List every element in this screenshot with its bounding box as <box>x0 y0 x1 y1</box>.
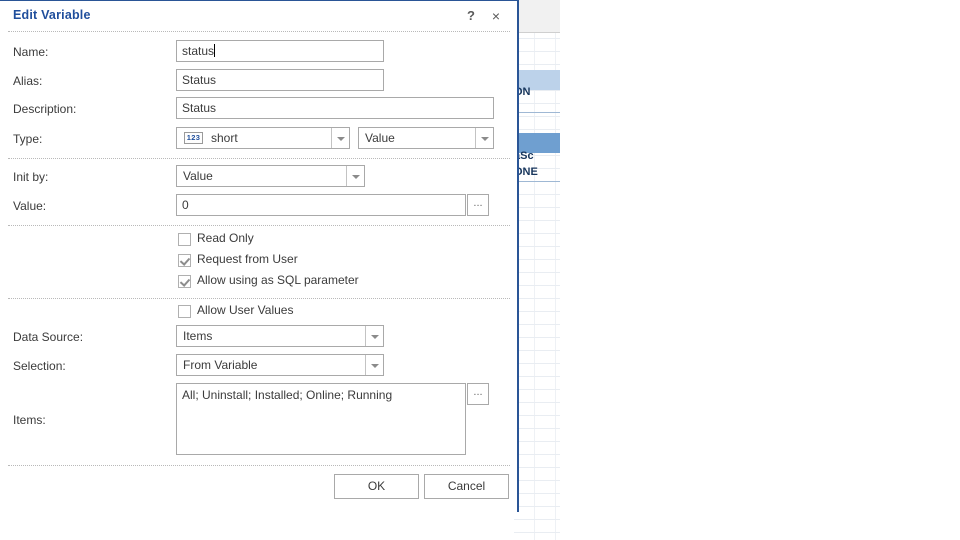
chevron-down-icon[interactable] <box>365 326 383 346</box>
value-browse-button[interactable]: ... <box>467 194 489 216</box>
chevron-down-icon[interactable] <box>365 355 383 375</box>
items-label: Items: <box>13 413 46 427</box>
chevron-down-icon[interactable] <box>475 128 493 148</box>
chevron-down-icon[interactable] <box>346 166 364 186</box>
description-label: Description: <box>13 102 77 116</box>
selection-label: Selection: <box>13 359 66 373</box>
init-by-combobox-value: Value <box>183 169 213 183</box>
data-source-combobox[interactable]: Items <box>176 325 384 347</box>
allow-user-values-label: Allow User Values <box>197 303 294 317</box>
divider <box>8 465 510 466</box>
divider <box>8 225 510 226</box>
help-icon[interactable]: ? <box>462 7 480 25</box>
dialog-title-bar[interactable]: Edit Variable ? × <box>0 1 517 31</box>
name-label: Name: <box>13 45 49 59</box>
request-from-user-label: Request from User <box>197 252 298 266</box>
type-label: Type: <box>13 132 43 146</box>
number-type-icon: 123 <box>184 132 203 144</box>
name-input[interactable]: status <box>176 40 384 62</box>
background-table-rule <box>514 181 560 182</box>
init-by-combobox[interactable]: Value <box>176 165 365 187</box>
value-input[interactable]: 0 <box>176 194 466 216</box>
allow-sql-parameter-checkbox[interactable] <box>178 275 191 288</box>
alias-label: Alias: <box>13 74 43 88</box>
value-label: Value: <box>13 199 47 213</box>
type-combobox[interactable]: 123 short <box>176 127 350 149</box>
read-only-checkbox[interactable] <box>178 233 191 246</box>
init-by-label: Init by: <box>13 170 49 184</box>
dialog-title: Edit Variable <box>13 8 91 22</box>
selection-combobox[interactable]: From Variable <box>176 354 384 376</box>
selection-combobox-value: From Variable <box>183 358 258 372</box>
items-textarea[interactable]: All; Uninstall; Installed; Online; Runni… <box>176 383 466 455</box>
cancel-button[interactable]: Cancel <box>424 474 509 499</box>
background-table-rule <box>514 112 560 113</box>
chevron-down-icon[interactable] <box>331 128 349 148</box>
allow-user-values-checkbox[interactable] <box>178 305 191 318</box>
request-from-user-checkbox[interactable] <box>178 254 191 267</box>
alias-input[interactable]: Status <box>176 69 384 91</box>
background-table-column-header <box>514 0 560 33</box>
type-combobox-value: short <box>211 131 238 145</box>
read-only-label: Read Only <box>197 231 254 245</box>
description-input[interactable]: Status <box>176 97 494 119</box>
divider <box>8 31 510 32</box>
allow-sql-parameter-label: Allow using as SQL parameter <box>197 273 359 287</box>
divider <box>8 298 510 299</box>
type-kind-combobox-value: Value <box>365 131 395 145</box>
screen: ON aSc ONE Edit Variable ? × Name: statu… <box>0 0 960 540</box>
close-icon[interactable]: × <box>487 7 505 25</box>
data-source-combobox-value: Items <box>183 329 213 343</box>
ok-button[interactable]: OK <box>334 474 419 499</box>
items-browse-button[interactable]: ... <box>467 383 489 405</box>
edit-variable-dialog: Edit Variable ? × Name: status Alias: St… <box>0 0 519 512</box>
type-kind-combobox[interactable]: Value <box>358 127 494 149</box>
divider <box>8 158 510 159</box>
data-source-label: Data Source: <box>13 330 84 344</box>
